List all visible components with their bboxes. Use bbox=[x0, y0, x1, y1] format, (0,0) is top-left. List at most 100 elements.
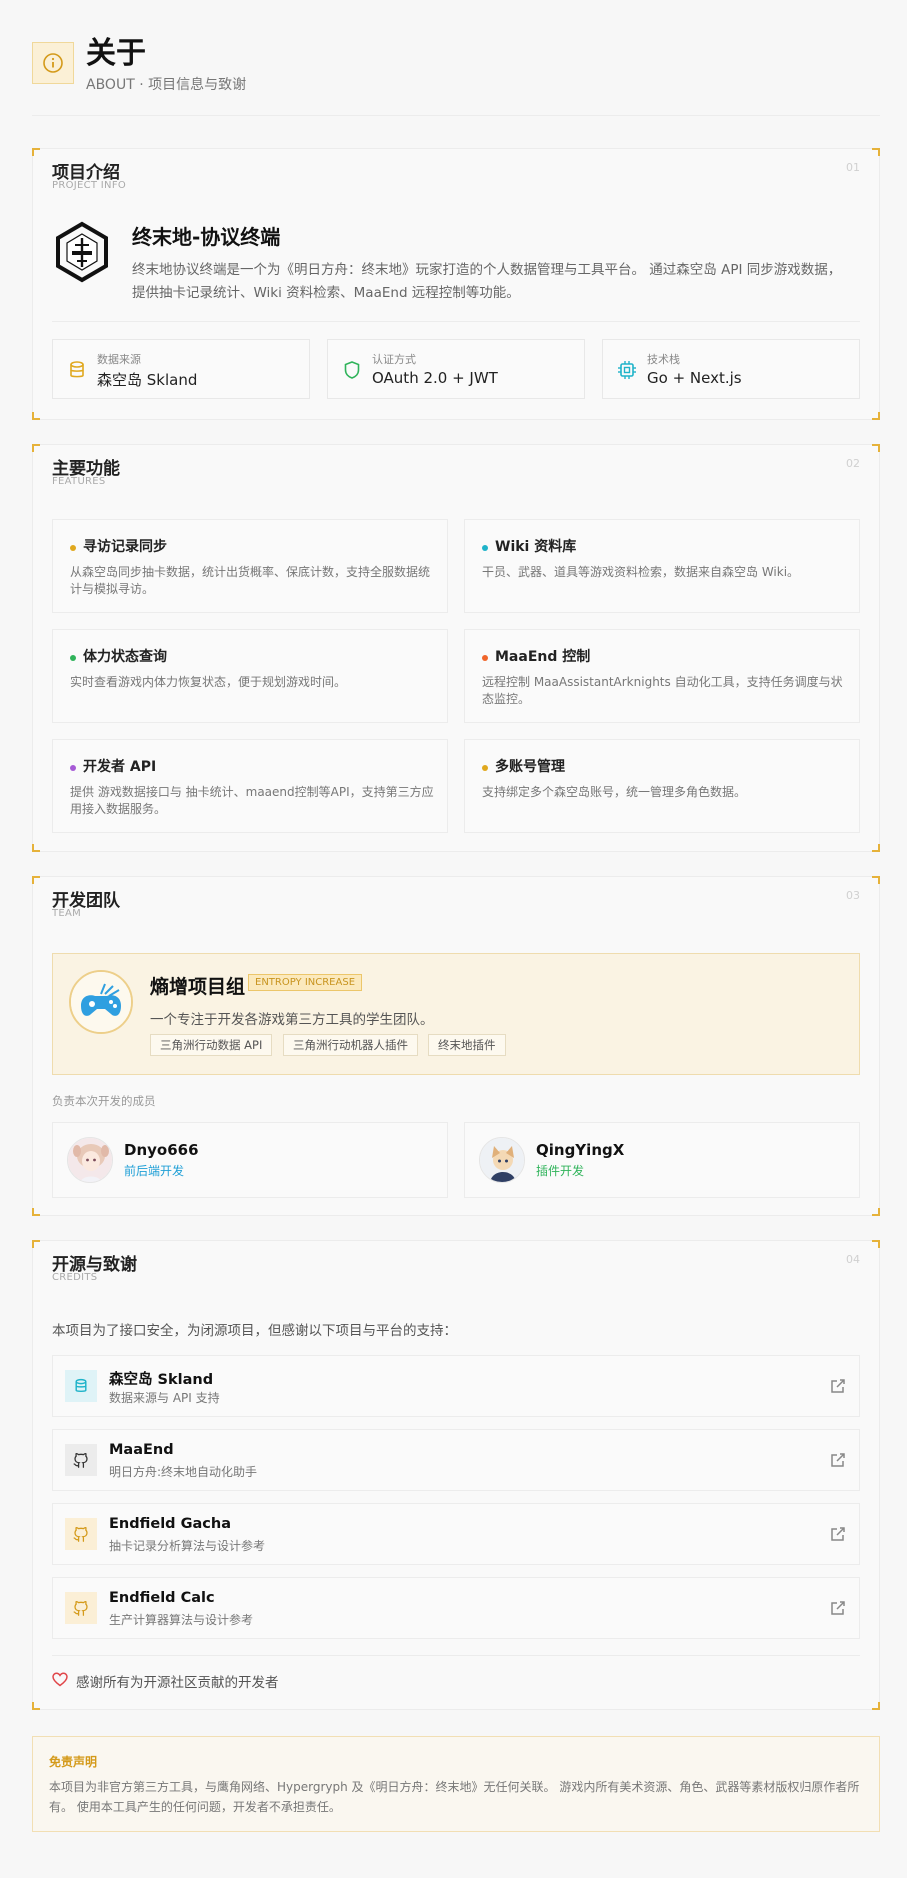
section-title-en: PROJECT INFO bbox=[52, 180, 127, 191]
terminal-logo-icon bbox=[52, 221, 112, 283]
external-link-icon[interactable] bbox=[829, 1377, 847, 1395]
feature-card-gacha-sync: 寻访记录同步 从森空岛同步抽卡数据，统计出货概率、保底计数，支持全服数据统计与模… bbox=[52, 519, 448, 613]
feature-title: MaaEnd 控制 bbox=[495, 649, 591, 665]
member-role: 前后端开发 bbox=[124, 1164, 185, 1178]
feature-title: 体力状态查询 bbox=[83, 649, 167, 665]
section-number: 01 bbox=[846, 161, 860, 174]
feature-dot bbox=[70, 655, 76, 661]
credit-name: Endfield Gacha bbox=[109, 1516, 231, 1532]
feature-dot bbox=[482, 765, 488, 771]
feature-desc: 干员、武器、道具等游戏资料检索，数据来自森空岛 Wiki。 bbox=[482, 565, 800, 579]
credit-item-endfield-gacha[interactable]: Endfield Gacha 抽卡记录分析算法与设计参考 bbox=[52, 1503, 860, 1565]
team-avatar bbox=[69, 970, 133, 1034]
feature-title: Wiki 资料库 bbox=[495, 539, 577, 555]
feature-dot bbox=[482, 545, 488, 551]
avatar bbox=[479, 1137, 525, 1183]
info-card-value: 森空岛 Skland bbox=[97, 371, 198, 389]
team-chip: 终末地插件 bbox=[428, 1034, 506, 1056]
credits-intro: 本项目为了接口安全，为闭源项目，但感谢以下项目与平台的支持： bbox=[52, 1323, 457, 1339]
info-card-auth: 认证方式 OAuth 2.0 + JWT bbox=[327, 339, 585, 399]
feature-title: 多账号管理 bbox=[495, 759, 565, 775]
feature-dot bbox=[70, 765, 76, 771]
feature-desc: 支持绑定多个森空岛账号，统一管理多角色数据。 bbox=[482, 785, 747, 799]
chip-icon bbox=[617, 360, 637, 380]
team-chip: 三角洲行动数据 API bbox=[150, 1034, 273, 1056]
info-card-value: Go + Next.js bbox=[647, 369, 742, 387]
credit-name: 森空岛 Skland bbox=[109, 1372, 214, 1388]
credit-desc: 数据来源与 API 支持 bbox=[109, 1391, 220, 1405]
credit-desc: 明日方舟:终末地自动化助手 bbox=[109, 1465, 258, 1479]
page-header: 关于 ABOUT · 项目信息与致谢 bbox=[32, 36, 880, 116]
credit-desc: 生产计算器算法与设计参考 bbox=[109, 1613, 254, 1627]
feature-desc: 从森空岛同步抽卡数据，统计出货概率、保底计数，支持全服数据统计与模拟寻访。 bbox=[70, 565, 431, 596]
member-name: QingYingX bbox=[536, 1141, 625, 1159]
about-page: 关于 ABOUT · 项目信息与致谢 项目介绍 PROJECT INFO 01 … bbox=[0, 0, 907, 1878]
feature-card-wiki: Wiki 资料库 干员、武器、道具等游戏资料检索，数据来自森空岛 Wiki。 bbox=[464, 519, 860, 613]
feature-title: 开发者 API bbox=[83, 759, 157, 775]
credits-section: 开源与致谢 CREDITS 04 本项目为了接口安全，为闭源项目，但感谢以下项目… bbox=[32, 1240, 880, 1710]
credit-item-skland[interactable]: 森空岛 Skland 数据来源与 API 支持 bbox=[52, 1355, 860, 1417]
section-title-en: CREDITS bbox=[52, 1272, 98, 1283]
info-card-tech-stack: 技术栈 Go + Next.js bbox=[602, 339, 860, 399]
credit-item-endfield-calc[interactable]: Endfield Calc 生产计算器算法与设计参考 bbox=[52, 1577, 860, 1639]
feature-desc: 提供 游戏数据接口与 抽卡统计、maaend控制等API，支持第三方应用接入数据… bbox=[70, 785, 434, 816]
info-card-data-source: 数据来源 森空岛 Skland bbox=[52, 339, 310, 399]
disclaimer-title: 免责声明 bbox=[49, 1755, 98, 1769]
database-icon bbox=[67, 360, 87, 380]
divider bbox=[52, 321, 860, 322]
member-card: Dnyo666 前后端开发 bbox=[52, 1122, 448, 1198]
info-icon bbox=[32, 42, 74, 84]
section-title-en: FEATURES bbox=[52, 476, 106, 487]
team-tag-badge: ENTROPY INCREASE bbox=[248, 974, 363, 991]
external-link-icon[interactable] bbox=[829, 1451, 847, 1469]
section-number: 04 bbox=[846, 1253, 860, 1266]
section-number: 02 bbox=[846, 457, 860, 470]
github-icon bbox=[65, 1444, 97, 1476]
feature-card-developer-api: 开发者 API 提供 游戏数据接口与 抽卡统计、maaend控制等API，支持第… bbox=[52, 739, 448, 833]
section-number: 03 bbox=[846, 889, 860, 902]
info-card-label: 技术栈 bbox=[647, 353, 680, 366]
team-description: 一个专注于开发各游戏第三方工具的学生团队。 bbox=[150, 1012, 434, 1028]
team-card: 熵增项目组 ENTROPY INCREASE 一个专注于开发各游戏第三方工具的学… bbox=[52, 953, 860, 1075]
info-card-label: 数据来源 bbox=[97, 353, 141, 366]
feature-card-stamina: 体力状态查询 实时查看游戏内体力恢复状态，便于规划游戏时间。 bbox=[52, 629, 448, 723]
members-label: 负责本次开发的成员 bbox=[52, 1094, 156, 1108]
credit-name: Endfield Calc bbox=[109, 1590, 215, 1606]
feature-title: 寻访记录同步 bbox=[83, 539, 167, 555]
team-name: 熵增项目组 bbox=[150, 976, 246, 998]
github-icon bbox=[65, 1518, 97, 1550]
page-title: 关于 bbox=[86, 36, 146, 71]
team-section: 开发团队 TEAM 03 熵增项目组 ENTROPY INCREASE 一个专注… bbox=[32, 876, 880, 1216]
feature-card-maaend: MaaEnd 控制 远程控制 MaaAssistantArknights 自动化… bbox=[464, 629, 860, 723]
disclaimer-box: 免责声明 本项目为非官方第三方工具，与鹰角网络、Hypergryph 及《明日方… bbox=[32, 1736, 880, 1832]
team-chip: 三角洲行动机器人插件 bbox=[283, 1034, 418, 1056]
heart-icon bbox=[52, 1672, 68, 1691]
project-name: 终末地-协议终端 bbox=[132, 225, 281, 249]
member-name: Dnyo666 bbox=[124, 1141, 199, 1159]
project-info-section: 项目介绍 PROJECT INFO 01 终末地-协议终端 终末地协议终端是一个… bbox=[32, 148, 880, 420]
member-card: QingYingX 插件开发 bbox=[464, 1122, 860, 1198]
feature-desc: 远程控制 MaaAssistantArknights 自动化工具，支持任务调度与… bbox=[482, 675, 843, 706]
info-card-value: OAuth 2.0 + JWT bbox=[372, 369, 498, 387]
features-section: 主要功能 FEATURES 02 寻访记录同步 从森空岛同步抽卡数据，统计出货概… bbox=[32, 444, 880, 852]
credit-desc: 抽卡记录分析算法与设计参考 bbox=[109, 1539, 266, 1553]
divider bbox=[52, 1655, 860, 1656]
database-icon bbox=[65, 1370, 97, 1402]
project-description: 终末地协议终端是一个为《明日方舟：终末地》玩家打造的个人数据管理与工具平台。 通… bbox=[132, 262, 842, 301]
feature-dot bbox=[482, 655, 488, 661]
thanks-line: 感谢所有为开源社区贡献的开发者 bbox=[52, 1671, 279, 1691]
credit-name: MaaEnd bbox=[109, 1442, 174, 1458]
external-link-icon[interactable] bbox=[829, 1525, 847, 1543]
external-link-icon[interactable] bbox=[829, 1599, 847, 1617]
section-title-en: TEAM bbox=[52, 908, 82, 919]
feature-desc: 实时查看游戏内体力恢复状态，便于规划游戏时间。 bbox=[70, 675, 347, 689]
member-role: 插件开发 bbox=[536, 1164, 585, 1178]
feature-dot bbox=[70, 545, 76, 551]
credit-item-maaend[interactable]: MaaEnd 明日方舟:终末地自动化助手 bbox=[52, 1429, 860, 1491]
disclaimer-text: 本项目为非官方第三方工具，与鹰角网络、Hypergryph 及《明日方舟：终末地… bbox=[49, 1780, 860, 1814]
avatar bbox=[67, 1137, 113, 1183]
info-card-label: 认证方式 bbox=[372, 353, 416, 366]
feature-card-multi-account: 多账号管理 支持绑定多个森空岛账号，统一管理多角色数据。 bbox=[464, 739, 860, 833]
thanks-text: 感谢所有为开源社区贡献的开发者 bbox=[76, 1675, 279, 1691]
github-icon bbox=[65, 1592, 97, 1624]
